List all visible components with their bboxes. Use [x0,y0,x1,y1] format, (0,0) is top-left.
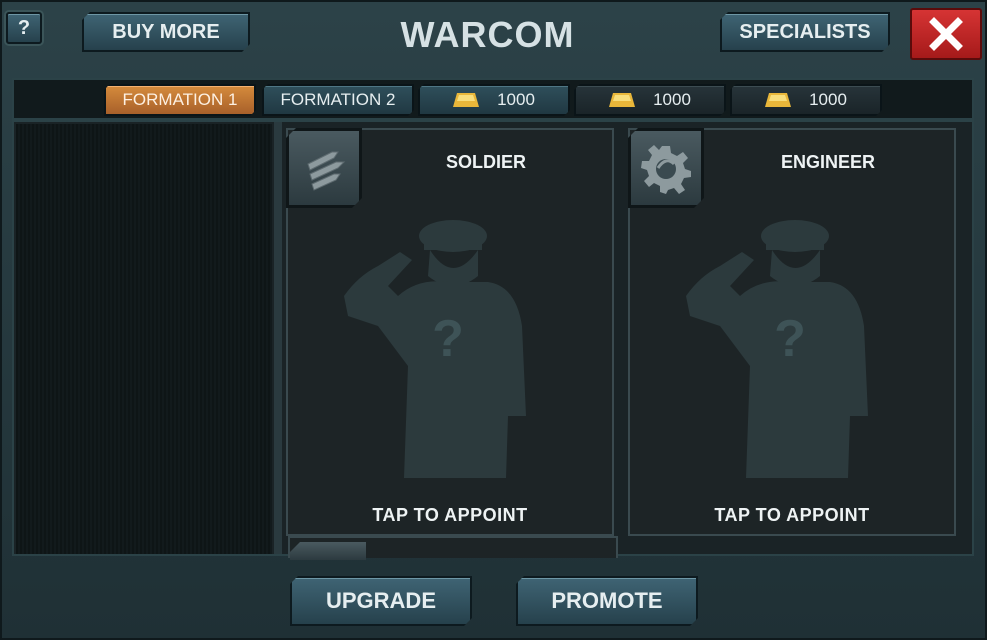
tap-to-appoint-label: TAP TO APPOINT [714,505,870,525]
specialist-card-soldier[interactable]: SOLDIER ? TAP TO APPOINT [286,128,614,536]
tab-label: FORMATION 2 [280,90,396,109]
page-title: WARCOM [400,14,575,55]
tab-label: FORMATION 1 [122,90,238,109]
gold-bar-icon [609,93,635,107]
tab-buy-formation-4[interactable]: 1000 [574,84,726,116]
promote-button[interactable]: PROMOTE [516,576,698,626]
card-title: ENGINEER [780,152,876,172]
bullets-icon [298,142,350,194]
specialists-button[interactable]: SPECIALISTS [720,12,890,52]
tab-formation-2[interactable]: FORMATION 2 [262,84,414,116]
gear-icon [640,142,692,194]
gold-bar-icon [453,93,479,107]
unknown-officer-silhouette: ? [344,220,526,478]
formation-tabs: FORMATION 1 FORMATION 2 1000 1000 1000 [12,78,974,120]
buy-more-button[interactable]: BUY MORE [82,12,250,52]
gold-bar-icon [765,93,791,107]
tab-buy-formation-3[interactable]: 1000 [418,84,570,116]
close-icon [929,17,963,51]
card-icon-frame [628,128,704,208]
tap-to-appoint-label: TAP TO APPOINT [372,505,528,525]
panel-divider [274,122,282,554]
tab-price: 1000 [653,90,691,109]
close-button[interactable] [910,8,982,60]
left-panel [16,124,272,554]
tab-price: 1000 [809,90,847,109]
tab-buy-formation-5[interactable]: 1000 [730,84,882,116]
upgrade-button[interactable]: UPGRADE [290,576,472,626]
footer-bar: UPGRADE PROMOTE [0,556,987,640]
svg-text:?: ? [432,310,464,368]
tab-formation-1[interactable]: FORMATION 1 [104,84,256,116]
main-content: SOLDIER ? TAP TO APPOINT ENGINEER ? TAP … [12,120,974,560]
header-bar: ? BUY MORE WARCOM SPECIALISTS [0,0,987,72]
help-button[interactable]: ? [6,12,42,44]
next-card-peek [288,536,618,560]
unknown-officer-silhouette: ? [686,220,868,478]
tab-price: 1000 [497,90,535,109]
card-icon-frame [286,128,362,208]
svg-text:?: ? [774,310,806,368]
specialist-card-engineer[interactable]: ENGINEER ? TAP TO APPOINT [628,128,956,536]
card-title: SOLDIER [445,152,526,172]
